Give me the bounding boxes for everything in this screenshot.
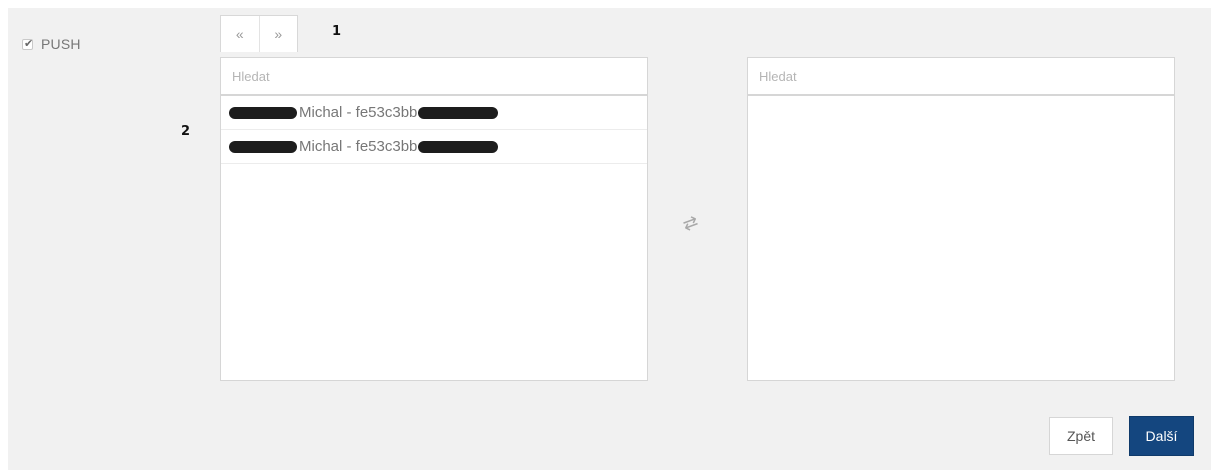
list-item[interactable]: Michal - fe53c3bb	[221, 130, 647, 164]
list-item-label: Michal - fe53c3bb	[299, 138, 418, 155]
redaction-mark	[418, 106, 499, 119]
left-search-input[interactable]	[220, 57, 648, 95]
footer-bar	[8, 391, 1211, 470]
list-item[interactable]: Michal - fe53c3bb	[221, 96, 647, 130]
list-item-label: Michal - fe53c3bb	[299, 104, 418, 121]
move-all-right-button[interactable]: »	[260, 16, 298, 52]
annotation-marker-1: 1	[332, 24, 342, 39]
push-label: PUSH	[41, 36, 81, 52]
push-checkbox[interactable]: ✔	[22, 36, 34, 50]
left-list: Michal - fe53c3bb Michal - fe53c3bb	[220, 95, 648, 381]
move-all-left-button[interactable]: «	[221, 16, 260, 52]
back-button[interactable]: Zpět	[1049, 417, 1113, 455]
right-search-input[interactable]	[747, 57, 1175, 95]
next-button[interactable]: Další	[1129, 416, 1194, 456]
checkmark-icon: ✔	[24, 36, 34, 50]
push-option[interactable]: ✔ PUSH	[22, 36, 81, 52]
redaction-mark	[229, 140, 297, 153]
annotation-marker-2: 2	[181, 124, 191, 139]
list-pagination: « »	[220, 15, 298, 52]
redaction-mark	[418, 140, 499, 153]
right-list	[747, 95, 1175, 381]
redaction-mark	[229, 106, 297, 119]
